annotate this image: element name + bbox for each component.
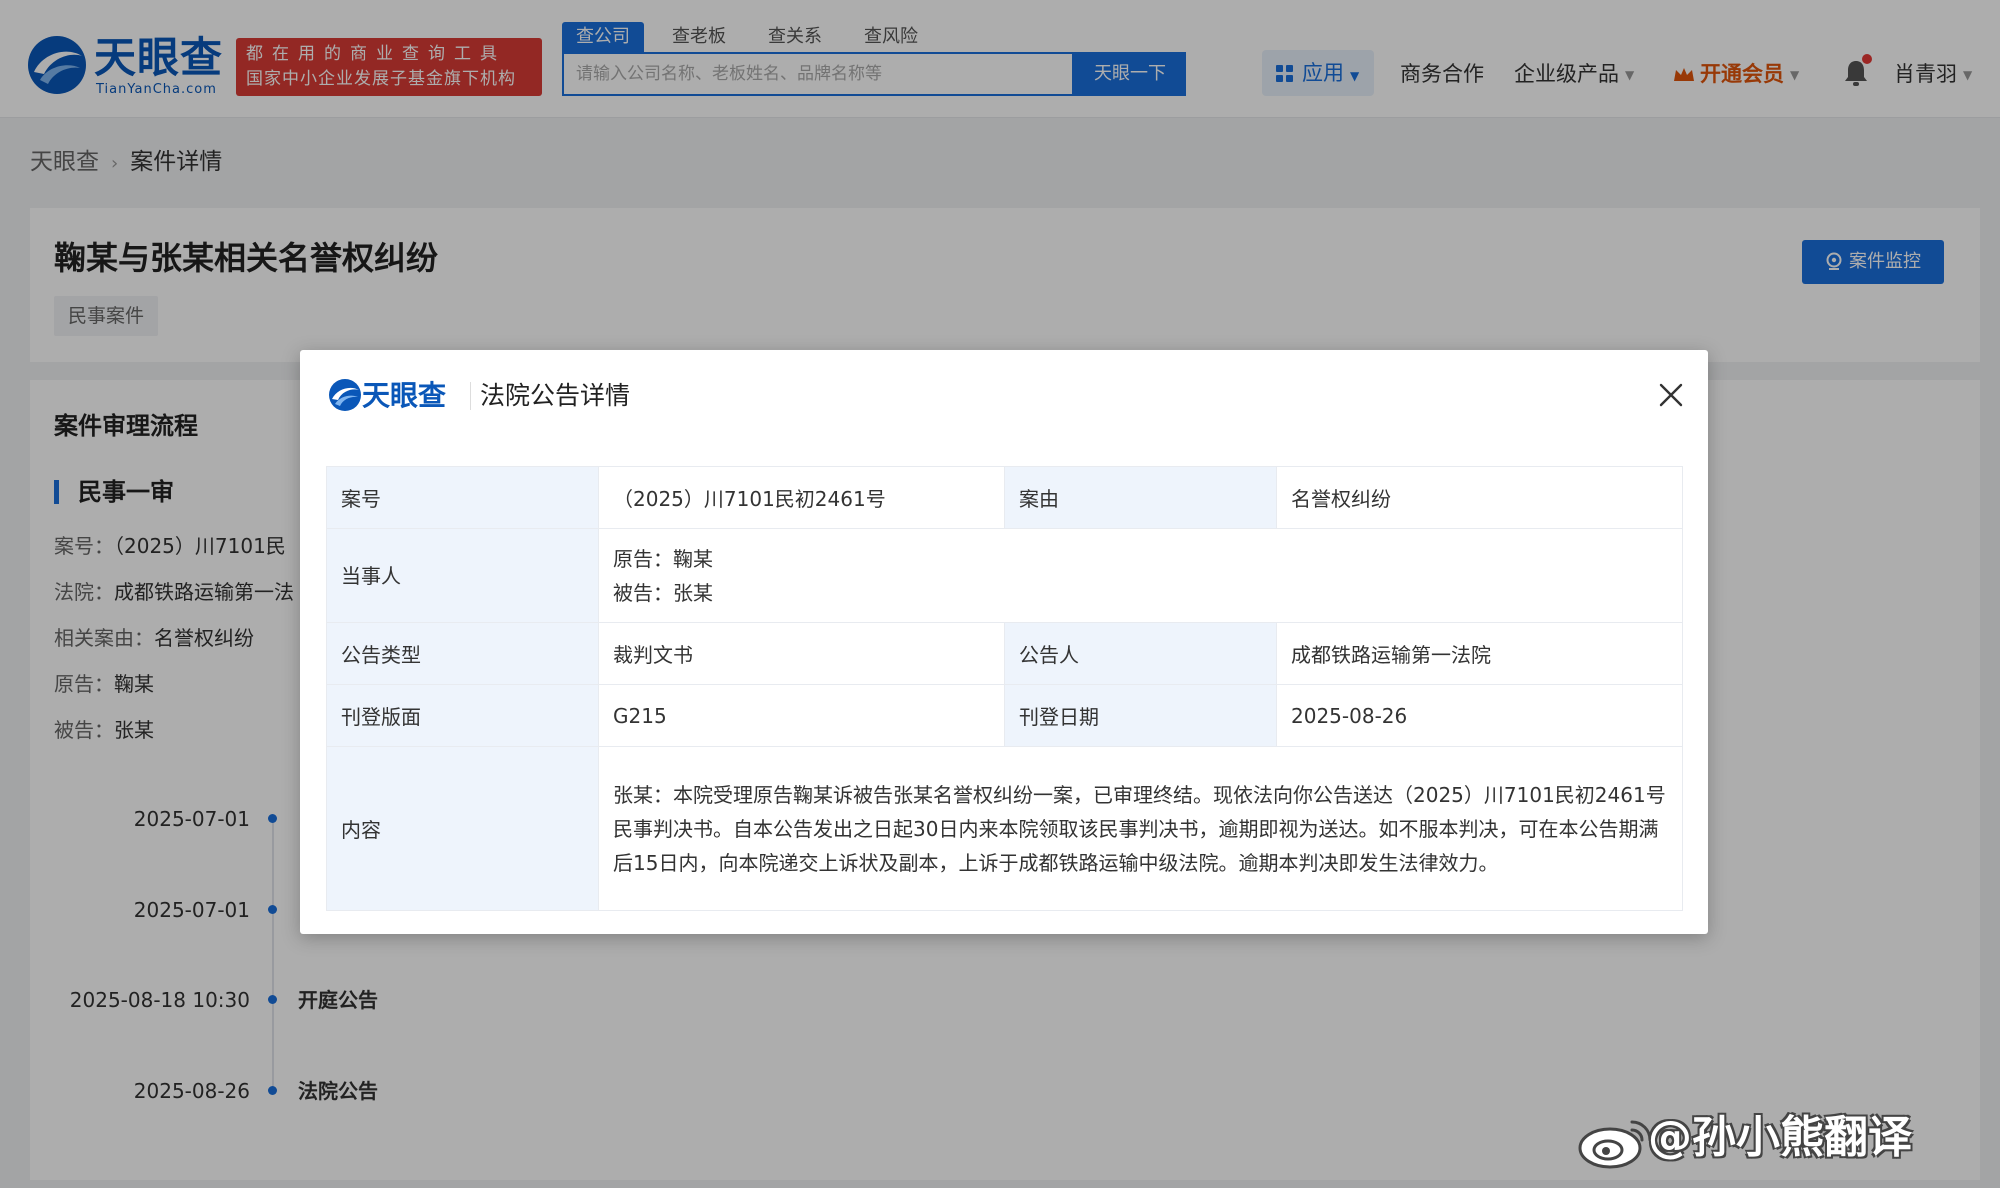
table-row: 公告类型 裁判文书 公告人 成都铁路运输第一法院 — [326, 622, 1683, 685]
table-row: 内容 张某：本院受理原告鞠某诉被告张某名誉权纠纷一案，已审理终结。现依法向你公告… — [326, 746, 1683, 911]
defendant-value: 被告：张某 — [613, 580, 713, 605]
notice-type-value: 裁判文书 — [598, 622, 1005, 685]
table-row: 案号 （2025）川7101民初2461号 案由 名誉权纠纷 — [326, 466, 1683, 529]
content-label: 内容 — [326, 746, 599, 911]
content-value: 张某：本院受理原告鞠某诉被告张某名誉权纠纷一案，已审理终结。现依法向你公告送达（… — [613, 782, 1666, 875]
party-label: 当事人 — [326, 528, 599, 623]
court-notice-modal: 天眼查 法院公告详情 案号 （2025）川7101民初2461号 案由 名誉权纠… — [300, 350, 1708, 934]
plaintiff-value: 原告：鞠某 — [613, 546, 713, 571]
party-value: 原告：鞠某 被告：张某 — [598, 528, 1683, 623]
announcer-label: 公告人 — [1004, 622, 1277, 685]
modal-logo-text: 天眼查 — [362, 379, 447, 412]
content-cell: 张某：本院受理原告鞠某诉被告张某名誉权纠纷一案，已审理终结。现依法向你公告送达（… — [598, 746, 1683, 911]
case-no-value: （2025）川7101民初2461号 — [598, 466, 1005, 529]
modal-logo: 天眼查 — [328, 376, 456, 418]
notice-type-label: 公告类型 — [326, 622, 599, 685]
weibo-watermark: @孙小熊翻译 — [1576, 1106, 1986, 1172]
cause-value: 名誉权纠纷 — [1276, 466, 1683, 529]
publish-date-value: 2025-08-26 — [1276, 684, 1683, 747]
notice-detail-table: 案号 （2025）川7101民初2461号 案由 名誉权纠纷 当事人 原告：鞠某… — [326, 466, 1683, 911]
modal-title: 法院公告详情 — [480, 381, 631, 410]
announcer-value: 成都铁路运输第一法院 — [1276, 622, 1683, 685]
publish-date-label: 刊登日期 — [1004, 684, 1277, 747]
cause-label: 案由 — [1004, 466, 1277, 529]
logo-mark-icon — [329, 379, 361, 411]
publish-page-value: G215 — [598, 684, 1005, 747]
close-icon[interactable] — [1658, 382, 1684, 408]
modal-title-divider — [470, 382, 471, 410]
publish-page-label: 刊登版面 — [326, 684, 599, 747]
table-row: 当事人 原告：鞠某 被告：张某 — [326, 528, 1683, 623]
watermark-text: @孙小熊翻译 — [1648, 1112, 1912, 1163]
case-no-label: 案号 — [326, 466, 599, 529]
table-row: 刊登版面 G215 刊登日期 2025-08-26 — [326, 684, 1683, 747]
